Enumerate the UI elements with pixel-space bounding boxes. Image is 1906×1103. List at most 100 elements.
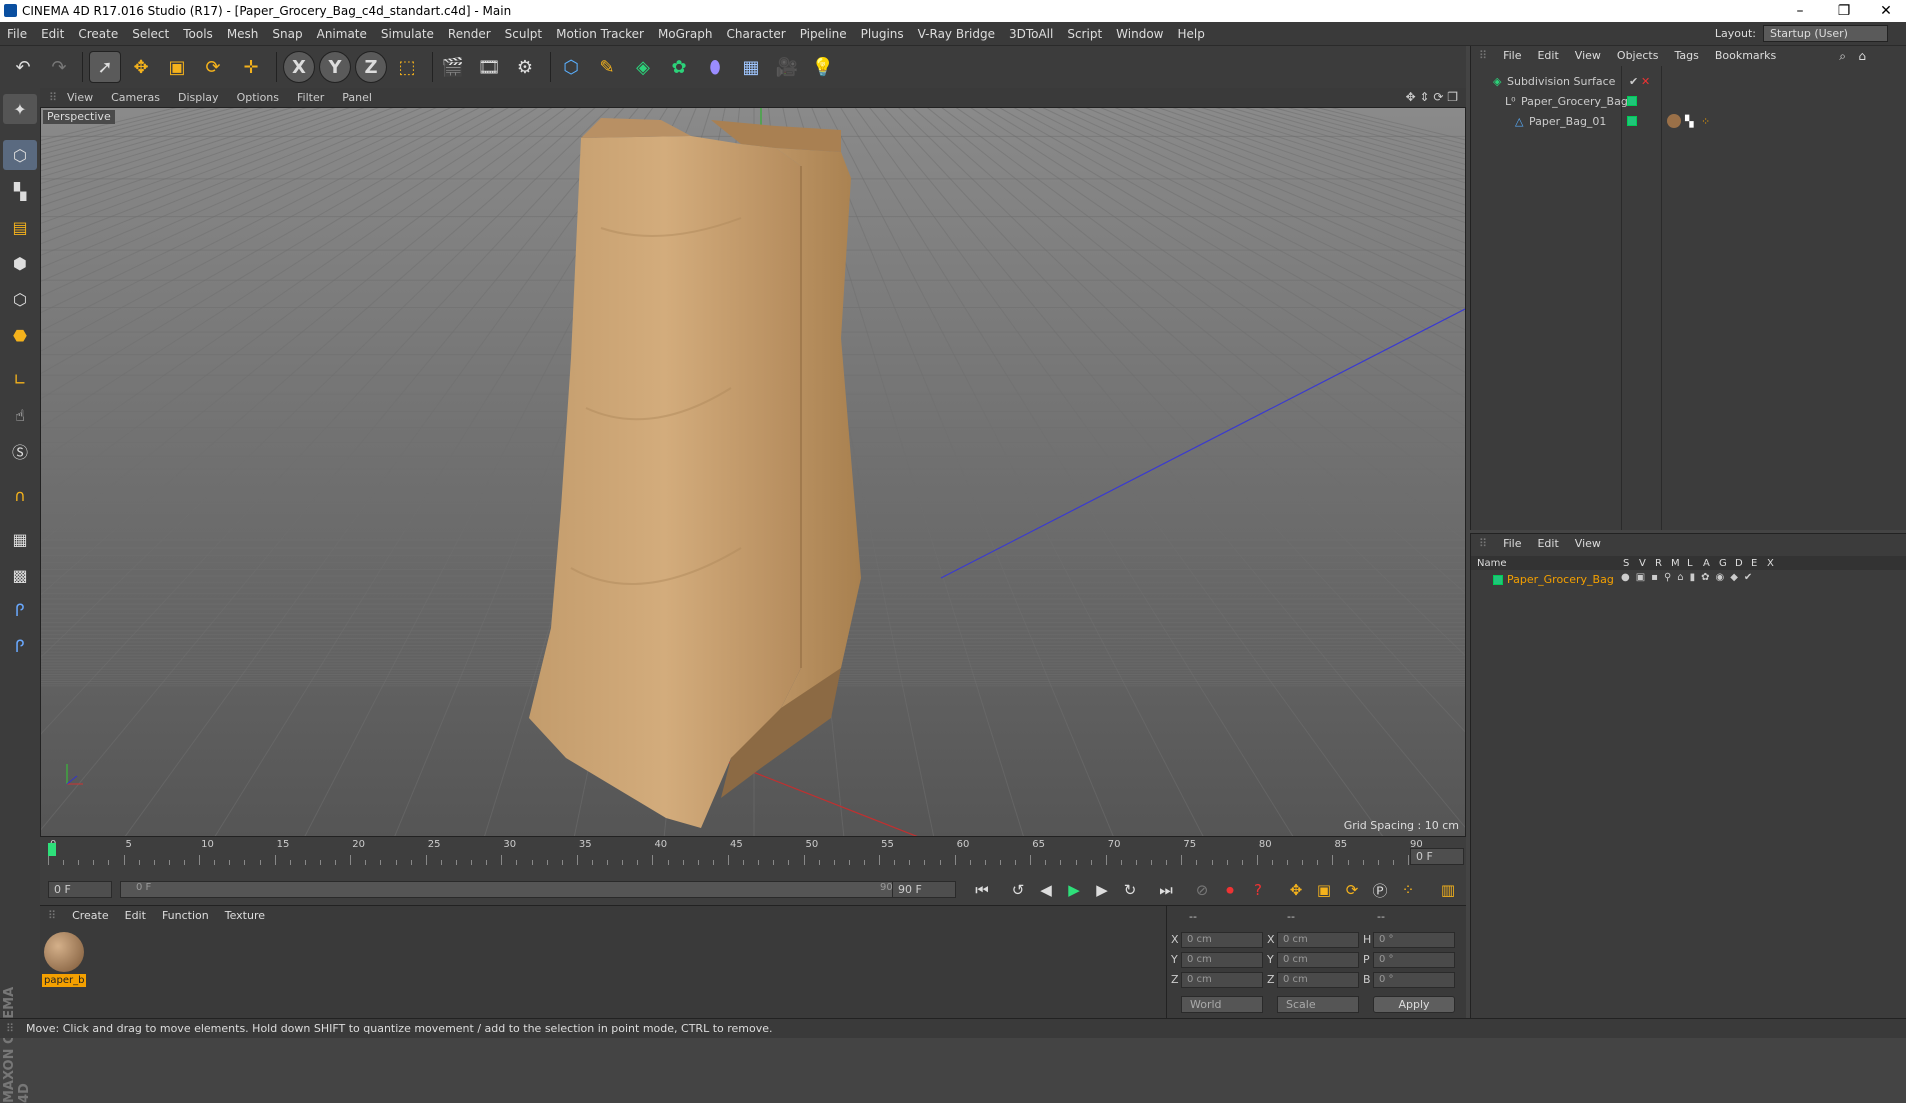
menu-create[interactable]: Create	[71, 22, 125, 46]
object-row-paper-bag-01[interactable]: △ Paper_Bag_01 ▚ ⁘	[1471, 112, 1906, 131]
render-view-icon[interactable]: 🎬	[438, 52, 468, 82]
floor-icon[interactable]: ▦	[736, 52, 766, 82]
restore-button[interactable]: ❐	[1824, 0, 1864, 22]
redo-icon[interactable]: ↷	[44, 52, 74, 82]
solo-icon[interactable]: Ⓢ	[3, 436, 37, 466]
spline-pen-icon[interactable]: ✎	[592, 52, 622, 82]
minimize-button[interactable]: –	[1780, 0, 1820, 22]
attr-menu-view[interactable]: View	[1567, 534, 1609, 554]
layer-flag-icons[interactable]: ●▣▪⚲⌂▮✿◉◆✔	[1621, 572, 1758, 583]
enabled-check-icon[interactable]: ✔	[1629, 72, 1638, 91]
layout-dropdown[interactable]: Startup (User)	[1763, 25, 1888, 42]
axis-mode-icon[interactable]: ∟	[3, 364, 37, 394]
viewport-menu-filter[interactable]: Filter	[288, 88, 333, 107]
menu-sculpt[interactable]: Sculpt	[498, 22, 549, 46]
undo-icon[interactable]: ↶	[8, 52, 38, 82]
cube-object-icon[interactable]: ⬡	[556, 52, 586, 82]
texture-mode-icon[interactable]: ▚	[3, 176, 37, 206]
menu-mograph[interactable]: MoGraph	[651, 22, 720, 46]
viewport-camera-label[interactable]: Perspective	[43, 110, 115, 124]
menu-plugins[interactable]: Plugins	[854, 22, 911, 46]
size-x-field[interactable]: 0 cm	[1277, 932, 1359, 948]
menu-3dtoall[interactable]: 3DToAll	[1002, 22, 1060, 46]
go-to-end-icon[interactable]: ⏭	[1154, 878, 1178, 902]
scale-tool-icon[interactable]: ▣	[162, 52, 192, 82]
polygons-mode-icon[interactable]: ⬣	[3, 320, 37, 350]
camera-icon[interactable]: 🎥	[772, 52, 802, 82]
object-menu-view[interactable]: View	[1567, 46, 1609, 66]
key-scale-icon[interactable]: ▣	[1312, 878, 1336, 902]
render-settings-icon[interactable]: ⚙	[510, 52, 540, 82]
rotation-b-field[interactable]: 0 °	[1373, 972, 1455, 988]
y-axis-lock-icon[interactable]: Y	[319, 51, 351, 83]
light-icon[interactable]: 💡	[808, 52, 838, 82]
material-menu-texture[interactable]: Texture	[217, 906, 273, 926]
material-menu-function[interactable]: Function	[154, 906, 217, 926]
coord-scale-dropdown[interactable]: Scale	[1277, 996, 1359, 1013]
object-menu-file[interactable]: File	[1495, 46, 1529, 66]
menu-motion-tracker[interactable]: Motion Tracker	[549, 22, 651, 46]
material-menu-create[interactable]: Create	[64, 906, 117, 926]
position-x-field[interactable]: 0 cm	[1181, 932, 1263, 948]
object-menu-edit[interactable]: Edit	[1529, 46, 1566, 66]
attr-menu-edit[interactable]: Edit	[1529, 534, 1566, 554]
layer-row[interactable]: Paper_Grocery_Bag ●▣▪⚲⌂▮✿◉◆✔	[1471, 572, 1906, 588]
timeline-layout-icon[interactable]: ▥	[1436, 878, 1460, 902]
menu-render[interactable]: Render	[441, 22, 498, 46]
object-search-icon[interactable]: ⌕	[1839, 49, 1846, 64]
menu-window[interactable]: Window	[1109, 22, 1170, 46]
texture-tag-icon[interactable]: ▚	[1685, 112, 1693, 131]
menu-animate[interactable]: Animate	[310, 22, 374, 46]
planar-workplane-icon[interactable]: ▩	[3, 560, 37, 590]
record-off-icon[interactable]: ⊘	[1190, 878, 1214, 902]
object-row-subdivision-surface[interactable]: ◈ Subdivision Surface ✔ ✕	[1471, 72, 1906, 91]
material-swatch[interactable]	[44, 932, 84, 972]
object-row-paper-grocery-bag[interactable]: L⁰ Paper_Grocery_Bag	[1471, 92, 1906, 111]
timeline-ruler[interactable]: 051015202530354045505560657075808590	[48, 837, 1423, 867]
play-icon[interactable]: ▶	[1062, 878, 1086, 902]
rotation-h-field[interactable]: 0 °	[1373, 932, 1455, 948]
viewport-menu-cameras[interactable]: Cameras	[102, 88, 169, 107]
object-menu-objects[interactable]: Objects	[1609, 46, 1667, 66]
position-z-field[interactable]: 0 cm	[1181, 972, 1263, 988]
python-script-icon[interactable]: Ꮅ	[3, 632, 37, 662]
range-slider[interactable]	[120, 881, 920, 898]
model-mode-icon[interactable]: ⬡	[3, 140, 37, 170]
rotate-tool-icon[interactable]: ⟳	[198, 52, 228, 82]
end-frame-field[interactable]: 90 F	[892, 881, 956, 898]
visibility-green-tag-2[interactable]	[1627, 116, 1637, 126]
viewport-menu-options[interactable]: Options	[228, 88, 288, 107]
menu-snap[interactable]: Snap	[265, 22, 309, 46]
rotation-p-field[interactable]: 0 °	[1373, 952, 1455, 968]
deformer-icon[interactable]: ⬮	[700, 52, 730, 82]
x-axis-lock-icon[interactable]: X	[283, 51, 315, 83]
edges-mode-icon[interactable]: ⬡	[3, 284, 37, 314]
apply-button[interactable]: Apply	[1373, 996, 1455, 1013]
record-icon[interactable]: ⏺	[1218, 878, 1242, 902]
size-z-field[interactable]: 0 cm	[1277, 972, 1359, 988]
snap-magnet-icon[interactable]: ∩	[3, 480, 37, 510]
viewport-menu-panel[interactable]: Panel	[333, 88, 381, 107]
points-mode-icon[interactable]: ⬢	[3, 248, 37, 278]
3d-viewport[interactable]: Perspective Grid Spacing : 10 cm	[40, 107, 1466, 837]
attr-menu-file[interactable]: File	[1495, 534, 1529, 554]
disabled-x-icon[interactable]: ✕	[1641, 72, 1650, 91]
size-y-field[interactable]: 0 cm	[1277, 952, 1359, 968]
tweak-mode-icon[interactable]: ☝	[3, 400, 37, 430]
go-to-start-icon[interactable]: ⏮	[970, 878, 994, 902]
material-menu-edit[interactable]: Edit	[117, 906, 154, 926]
viewport-nav-icons[interactable]: ✥ ⇕ ⟳ ❐	[1406, 88, 1458, 107]
menu-edit[interactable]: Edit	[34, 22, 71, 46]
object-home-icon[interactable]: ⌂	[1858, 49, 1866, 63]
menu-select[interactable]: Select	[125, 22, 176, 46]
current-frame-field[interactable]: 0 F	[1410, 848, 1464, 865]
menu-script[interactable]: Script	[1060, 22, 1109, 46]
menu-tools[interactable]: Tools	[176, 22, 220, 46]
menu-pipeline[interactable]: Pipeline	[793, 22, 854, 46]
workplane-icon[interactable]: ▤	[3, 212, 37, 242]
key-pla-icon[interactable]: ⁘	[1396, 878, 1420, 902]
key-rotation-icon[interactable]: ⟳	[1340, 878, 1364, 902]
subdivision-surface-icon[interactable]: ◈	[628, 52, 658, 82]
playhead[interactable]	[48, 843, 56, 856]
viewport-menu-display[interactable]: Display	[169, 88, 228, 107]
